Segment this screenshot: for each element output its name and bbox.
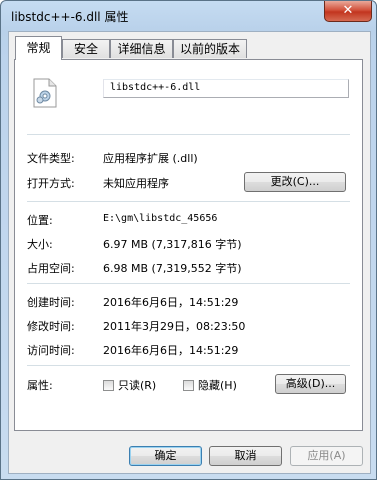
hidden-checkbox[interactable]: [183, 380, 194, 391]
file-name-field[interactable]: libstdc++-6.dll: [103, 79, 349, 98]
general-tab-panel: libstdc++-6.dll 文件类型: 应用程序扩展 (.dll) 打开方式…: [14, 59, 363, 431]
separator: [27, 134, 350, 135]
apply-button: 应用(A): [290, 446, 363, 466]
window-title: libstdc++-6.dll 属性: [11, 10, 129, 24]
size-label: 大小:: [27, 238, 53, 251]
tab-previous-versions[interactable]: 以前的版本: [173, 39, 247, 58]
size-on-disk-label: 占用空间:: [27, 262, 75, 275]
accessed-label: 访问时间:: [27, 344, 75, 357]
opens-with-label: 打开方式:: [27, 177, 75, 190]
created-value: 2016年6月6日，14:51:29: [103, 296, 239, 309]
file-type-value: 应用程序扩展 (.dll): [103, 152, 198, 165]
location-value: E:\gm\libstdc_45656: [103, 213, 218, 224]
tab-security[interactable]: 安全: [62, 39, 110, 58]
hidden-label[interactable]: 隐藏(H): [198, 377, 237, 393]
dialog-client-area: 常规 安全 详细信息 以前的版本 libstdc++-6.dll 文件类型: 应…: [8, 31, 371, 474]
file-type-label: 文件类型:: [27, 152, 75, 165]
separator: [27, 365, 350, 366]
location-label: 位置:: [27, 214, 53, 227]
change-button[interactable]: 更改(C)...: [244, 172, 346, 192]
separator: [27, 283, 350, 284]
cancel-button[interactable]: 取消: [209, 446, 282, 466]
tab-general[interactable]: 常规: [15, 36, 62, 60]
readonly-label[interactable]: 只读(R): [118, 377, 156, 393]
properties-window: libstdc++-6.dll 属性 ✕ 常规 安全 详细信息 以前的版本 li…: [0, 0, 377, 480]
attributes-label: 属性:: [27, 379, 53, 392]
tab-details[interactable]: 详细信息: [110, 39, 173, 58]
modified-label: 修改时间:: [27, 320, 75, 333]
separator: [27, 201, 350, 202]
size-on-disk-value: 6.98 MB (7,319,552 字节): [103, 262, 242, 275]
close-button[interactable]: ✕: [324, 1, 372, 22]
dll-file-icon: [33, 78, 57, 108]
modified-value: 2011年3月29日，08:23:50: [103, 320, 246, 333]
advanced-button[interactable]: 高级(D)...: [275, 374, 346, 394]
size-value: 6.97 MB (7,317,816 字节): [103, 238, 242, 251]
accessed-value: 2016年6月6日，14:51:29: [103, 344, 239, 357]
created-label: 创建时间:: [27, 296, 75, 309]
opens-with-value: 未知应用程序: [103, 177, 169, 190]
ok-button[interactable]: 确定: [129, 446, 202, 466]
readonly-checkbox[interactable]: [103, 380, 114, 391]
